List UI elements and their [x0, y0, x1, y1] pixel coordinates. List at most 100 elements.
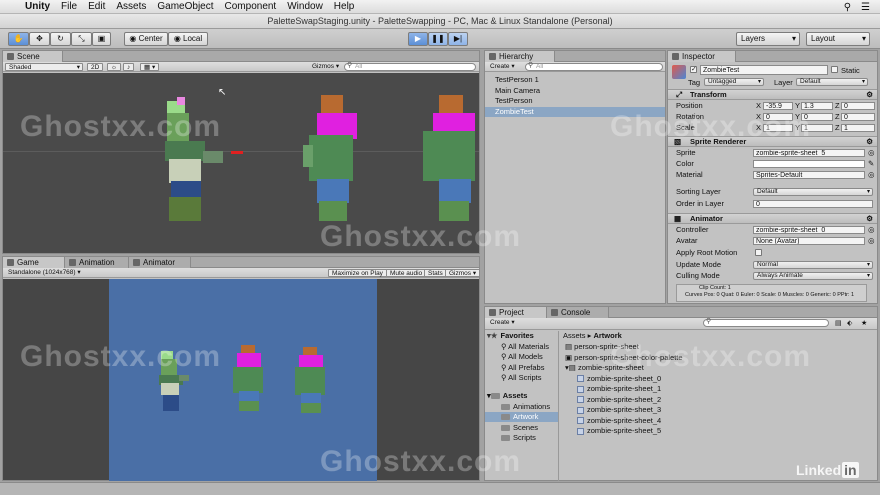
pause-button[interactable]: ❚❚ [428, 32, 448, 46]
transform-header[interactable]: ⤢ Transform ⚙ [668, 89, 877, 100]
mute-audio-toggle[interactable]: Mute audio [386, 269, 427, 277]
game-viewport[interactable] [3, 279, 479, 481]
animator-header[interactable]: ▦ Animator ⚙ [668, 213, 877, 224]
object-picker-icon[interactable]: ◎ [868, 225, 875, 235]
scene-gizmos-dropdown[interactable]: Gizmos ▾ [309, 63, 342, 71]
sorting-layer-dropdown[interactable]: Default [753, 188, 873, 196]
sprite-renderer-header[interactable]: ▧ Sprite Renderer ⚙ [668, 136, 877, 147]
breadcrumb-current[interactable]: Artwork [593, 331, 621, 340]
tab-game[interactable]: Game [3, 257, 65, 268]
rotation-y-field[interactable]: 0 [801, 113, 833, 121]
position-y-field[interactable]: 1.3 [801, 102, 833, 110]
tab-console[interactable]: Console [547, 307, 609, 318]
asset-folder[interactable]: Animations [501, 402, 550, 412]
scale-y-field[interactable]: 1 [801, 124, 833, 132]
sub-asset[interactable]: zombie-sprite-sheet_2 [577, 395, 661, 405]
gear-icon[interactable]: ⚙ [866, 90, 873, 100]
person-sprite-1[interactable] [301, 95, 361, 221]
stats-toggle[interactable]: Stats [424, 269, 447, 277]
rect-tool-button[interactable]: ▣ [92, 32, 111, 46]
assets-section[interactable]: ▾ Assets [487, 391, 527, 401]
sub-asset[interactable]: zombie-sprite-sheet_5 [577, 426, 661, 436]
controller-field[interactable]: zombie-sprite-sheet_0 [753, 226, 865, 234]
object-picker-icon[interactable]: ◎ [868, 236, 875, 246]
gear-icon[interactable]: ⚙ [866, 214, 873, 224]
person-sprite-2[interactable] [419, 95, 479, 221]
scale-z-field[interactable]: 1 [841, 124, 875, 132]
filter-label-icon[interactable]: ⬖ [847, 319, 852, 329]
tag-dropdown[interactable]: Untagged [704, 78, 764, 86]
object-name-field[interactable]: ZombieTest [700, 65, 828, 75]
favorite-item[interactable]: ⚲ All Prefabs [501, 363, 544, 373]
search-icon[interactable]: ⚲ [844, 2, 851, 13]
menu-help[interactable]: Help [334, 1, 355, 12]
sub-asset[interactable]: zombie-sprite-sheet_1 [577, 384, 661, 394]
hierarchy-item-selected[interactable]: ZombieTest [485, 106, 665, 117]
favorite-star-icon[interactable]: ★ [861, 319, 867, 329]
menu-assets[interactable]: Assets [116, 1, 146, 12]
scene-viewport[interactable]: ↖ [3, 73, 479, 253]
tab-animator[interactable]: Animator [129, 257, 191, 268]
position-x-field[interactable]: -35.9 [763, 102, 793, 110]
rotate-tool-button[interactable]: ↻ [50, 32, 71, 46]
project-search-input[interactable] [703, 319, 829, 327]
tab-animation[interactable]: Animation [65, 257, 129, 268]
scale-x-field[interactable]: 1 [763, 124, 793, 132]
culling-mode-dropdown[interactable]: Always Animate [753, 272, 873, 280]
pivot-local-button[interactable]: ◉ Local [168, 32, 208, 46]
tab-hierarchy[interactable]: Hierarchy [485, 51, 555, 62]
scale-tool-button[interactable]: ⤡ [71, 32, 92, 46]
sprite-field[interactable]: zombie-sprite-sheet_5 [753, 149, 865, 157]
object-picker-icon[interactable]: ◎ [868, 148, 875, 158]
project-create-dropdown[interactable]: Create ▾ [487, 319, 518, 327]
layout-dropdown[interactable]: Layout ▾ [806, 32, 870, 46]
apply-root-motion-checkbox[interactable] [755, 249, 762, 256]
avatar-field[interactable]: None (Avatar) [753, 237, 865, 245]
position-z-field[interactable]: 0 [841, 102, 875, 110]
asset-folder[interactable]: Scripts [501, 433, 536, 443]
hierarchy-search-input[interactable]: All [525, 63, 663, 71]
favorite-item[interactable]: ⚲ All Scripts [501, 373, 542, 383]
audio-toggle[interactable]: ♪ [123, 63, 135, 71]
shading-dropdown[interactable]: Shaded ▾ [5, 63, 83, 71]
static-checkbox[interactable] [831, 66, 838, 73]
layer-dropdown[interactable]: Default [796, 78, 868, 86]
tab-inspector[interactable]: Inspector [668, 51, 736, 62]
update-mode-dropdown[interactable]: Normal [753, 261, 873, 269]
hierarchy-item[interactable]: TestPerson [485, 96, 665, 107]
menu-file[interactable]: File [61, 1, 77, 12]
hierarchy-item[interactable]: Main Camera [485, 86, 665, 97]
favorite-item[interactable]: ⚲ All Materials [501, 342, 549, 352]
resolution-dropdown[interactable]: Standalone (1024x768) ▾ [5, 269, 97, 277]
asset-file[interactable]: ▤ person-sprite-sheet [565, 342, 639, 352]
asset-file[interactable]: ▣ person-sprite-sheet-color-palette [565, 353, 683, 363]
tab-scene[interactable]: Scene [3, 51, 63, 62]
zombie-sprite[interactable] [163, 97, 227, 221]
gear-icon[interactable]: ⚙ [866, 137, 873, 147]
menu-gameobject[interactable]: GameObject [157, 1, 213, 12]
asset-folder-selected[interactable]: Artwork [485, 412, 558, 422]
step-button[interactable]: ▶| [448, 32, 468, 46]
menu-window[interactable]: Window [287, 1, 323, 12]
hierarchy-create-dropdown[interactable]: Create ▾ [487, 63, 518, 71]
sub-asset[interactable]: zombie-sprite-sheet_4 [577, 416, 661, 426]
asset-folder[interactable]: Scenes [501, 423, 538, 433]
rotation-z-field[interactable]: 0 [841, 113, 875, 121]
game-gizmos-dropdown[interactable]: Gizmos ▾ [445, 269, 481, 277]
list-icon[interactable]: ☰ [861, 2, 870, 13]
hand-tool-button[interactable]: ✋ [8, 32, 29, 46]
material-field[interactable]: Sprites-Default [753, 171, 865, 179]
sub-asset[interactable]: zombie-sprite-sheet_3 [577, 405, 661, 415]
play-button[interactable]: ▶ [408, 32, 428, 46]
menu-edit[interactable]: Edit [88, 1, 105, 12]
move-gizmo-arrow[interactable] [231, 151, 243, 154]
order-in-layer-field[interactable]: 0 [753, 200, 873, 208]
tab-project[interactable]: Project [485, 307, 547, 318]
favorite-item[interactable]: ⚲ All Models [501, 352, 543, 362]
layers-dropdown[interactable]: Layers ▾ [736, 32, 800, 46]
color-swatch[interactable] [753, 160, 865, 168]
sub-asset[interactable]: zombie-sprite-sheet_0 [577, 374, 661, 384]
hierarchy-item[interactable]: TestPerson 1 [485, 75, 665, 86]
menu-unity[interactable]: Unity [25, 1, 50, 12]
menu-component[interactable]: Component [225, 1, 277, 12]
